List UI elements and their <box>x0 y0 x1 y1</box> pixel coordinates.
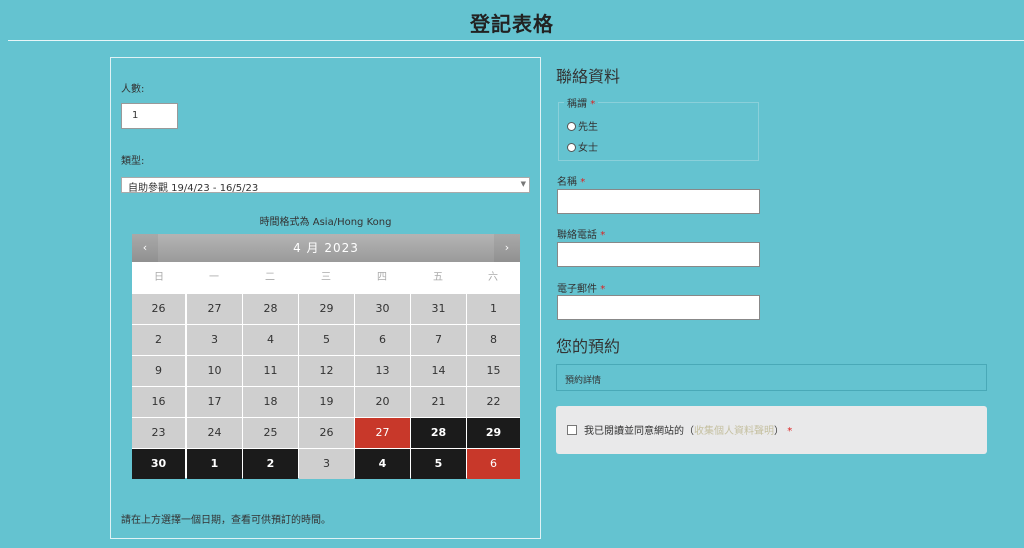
consent-text: 我已閱讀並同意網站的（收集個人資料聲明） * <box>584 426 793 437</box>
calendar-day: 9 <box>132 356 185 386</box>
calendar-day: 26 <box>299 418 354 448</box>
calendar-day[interactable]: 28 <box>411 418 466 448</box>
salutation-label: 稱謂 * <box>564 95 599 110</box>
calendar-day: 7 <box>411 325 466 355</box>
calendar-day: 4 <box>243 325 298 355</box>
calendar-day: 18 <box>243 387 298 417</box>
privacy-policy-link[interactable]: 收集個人資料聲明 <box>694 426 774 437</box>
phone-field[interactable] <box>557 242 760 267</box>
calendar-day: 6 <box>355 325 410 355</box>
name-label: 名稱 * <box>557 177 586 188</box>
calendar-day: 17 <box>187 387 242 417</box>
consent-checkbox[interactable] <box>567 425 577 435</box>
calendar-day: 15 <box>467 356 520 386</box>
calendar-day[interactable]: 29 <box>467 418 520 448</box>
weekday-label: 六 <box>488 272 498 283</box>
prev-month-button[interactable]: ‹ <box>132 234 158 262</box>
calendar-day: 25 <box>243 418 298 448</box>
booking-section-title: 您的預約 <box>556 337 621 356</box>
timezone-note: 時間格式為 Asia/Hong Kong <box>259 217 392 228</box>
calendar-day[interactable]: 6 <box>467 449 520 479</box>
weekday-label: 四 <box>377 272 387 283</box>
calendar-day[interactable]: 30 <box>132 449 185 479</box>
calendar-day: 31 <box>411 294 466 324</box>
name-field[interactable] <box>557 189 760 214</box>
calendar-day: 1 <box>467 294 520 324</box>
month-label: 4 月 2023 <box>293 241 359 255</box>
email-field[interactable] <box>557 295 760 320</box>
chevron-down-icon: ▼ <box>520 180 526 188</box>
people-label: 人數: <box>121 84 145 95</box>
calendar: ‹ 4 月 2023 › 日一二三四五六 26 27 28 29 30 31 1 2 3 4 5 6 7… <box>132 234 520 479</box>
type-select-value: 自助參觀 19/4/23 - 16/5/23 <box>128 183 259 194</box>
calendar-day: 22 <box>467 387 520 417</box>
calendar-day: 12 <box>299 356 354 386</box>
radio-icon[interactable] <box>567 121 576 131</box>
weekday-label: 五 <box>433 272 443 283</box>
calendar-day: 3 <box>299 449 354 479</box>
weekday-header: 日一二三四五六 <box>132 262 520 294</box>
calendar-day: 19 <box>299 387 354 417</box>
calendar-day[interactable]: 5 <box>411 449 466 479</box>
phone-label: 聯絡電話 * <box>557 230 606 241</box>
type-label: 類型: <box>121 156 145 167</box>
calendar-day: 16 <box>132 387 185 417</box>
weekday-label: 日 <box>154 272 164 283</box>
calendar-day: 29 <box>299 294 354 324</box>
calendar-day[interactable]: 4 <box>355 449 410 479</box>
calendar-day: 26 <box>132 294 185 324</box>
email-label: 電子郵件 * <box>557 284 606 295</box>
calendar-day: 14 <box>411 356 466 386</box>
calendar-day[interactable]: 1 <box>187 449 242 479</box>
calendar-day: 3 <box>187 325 242 355</box>
calendar-day: 10 <box>187 356 242 386</box>
salutation-option-ms[interactable]: 女士 <box>567 139 598 154</box>
calendar-day: 24 <box>187 418 242 448</box>
contact-section-title: 聯絡資料 <box>556 67 621 86</box>
salutation-option-mr[interactable]: 先生 <box>567 118 598 133</box>
calendar-day: 13 <box>355 356 410 386</box>
calendar-grid: 26 27 28 29 30 31 1 2 3 4 5 6 7 8 9 10 11 12 13 14 15 16 17 18 1… <box>132 294 520 479</box>
calendar-day: 11 <box>243 356 298 386</box>
calendar-day: 20 <box>355 387 410 417</box>
calendar-day: 28 <box>243 294 298 324</box>
date-hint: 請在上方選擇一個日期，查看可供預訂的時間。 <box>121 515 331 526</box>
weekday-label: 一 <box>209 272 219 283</box>
title-divider <box>8 40 1024 41</box>
calendar-day: 30 <box>355 294 410 324</box>
consent-panel: 我已閱讀並同意網站的（收集個人資料聲明） * <box>556 406 987 454</box>
radio-icon[interactable] <box>567 142 576 152</box>
next-month-button[interactable]: › <box>494 234 520 262</box>
calendar-day: 21 <box>411 387 466 417</box>
calendar-day: 2 <box>132 325 185 355</box>
calendar-day: 23 <box>132 418 185 448</box>
booking-details-toggle[interactable]: 預約詳情 <box>556 364 987 391</box>
calendar-day: 5 <box>299 325 354 355</box>
calendar-day[interactable]: 27 <box>355 418 410 448</box>
calendar-day: 27 <box>187 294 242 324</box>
weekday-label: 二 <box>265 272 275 283</box>
calendar-day: 8 <box>467 325 520 355</box>
calendar-day[interactable]: 2 <box>243 449 298 479</box>
weekday-label: 三 <box>321 272 331 283</box>
calendar-header: ‹ 4 月 2023 › <box>132 234 520 262</box>
people-count-input[interactable]: 1 <box>121 103 178 129</box>
page-title: 登記表格 <box>470 12 554 36</box>
type-select[interactable]: 自助參觀 19/4/23 - 16/5/23 ▼ <box>121 177 530 194</box>
